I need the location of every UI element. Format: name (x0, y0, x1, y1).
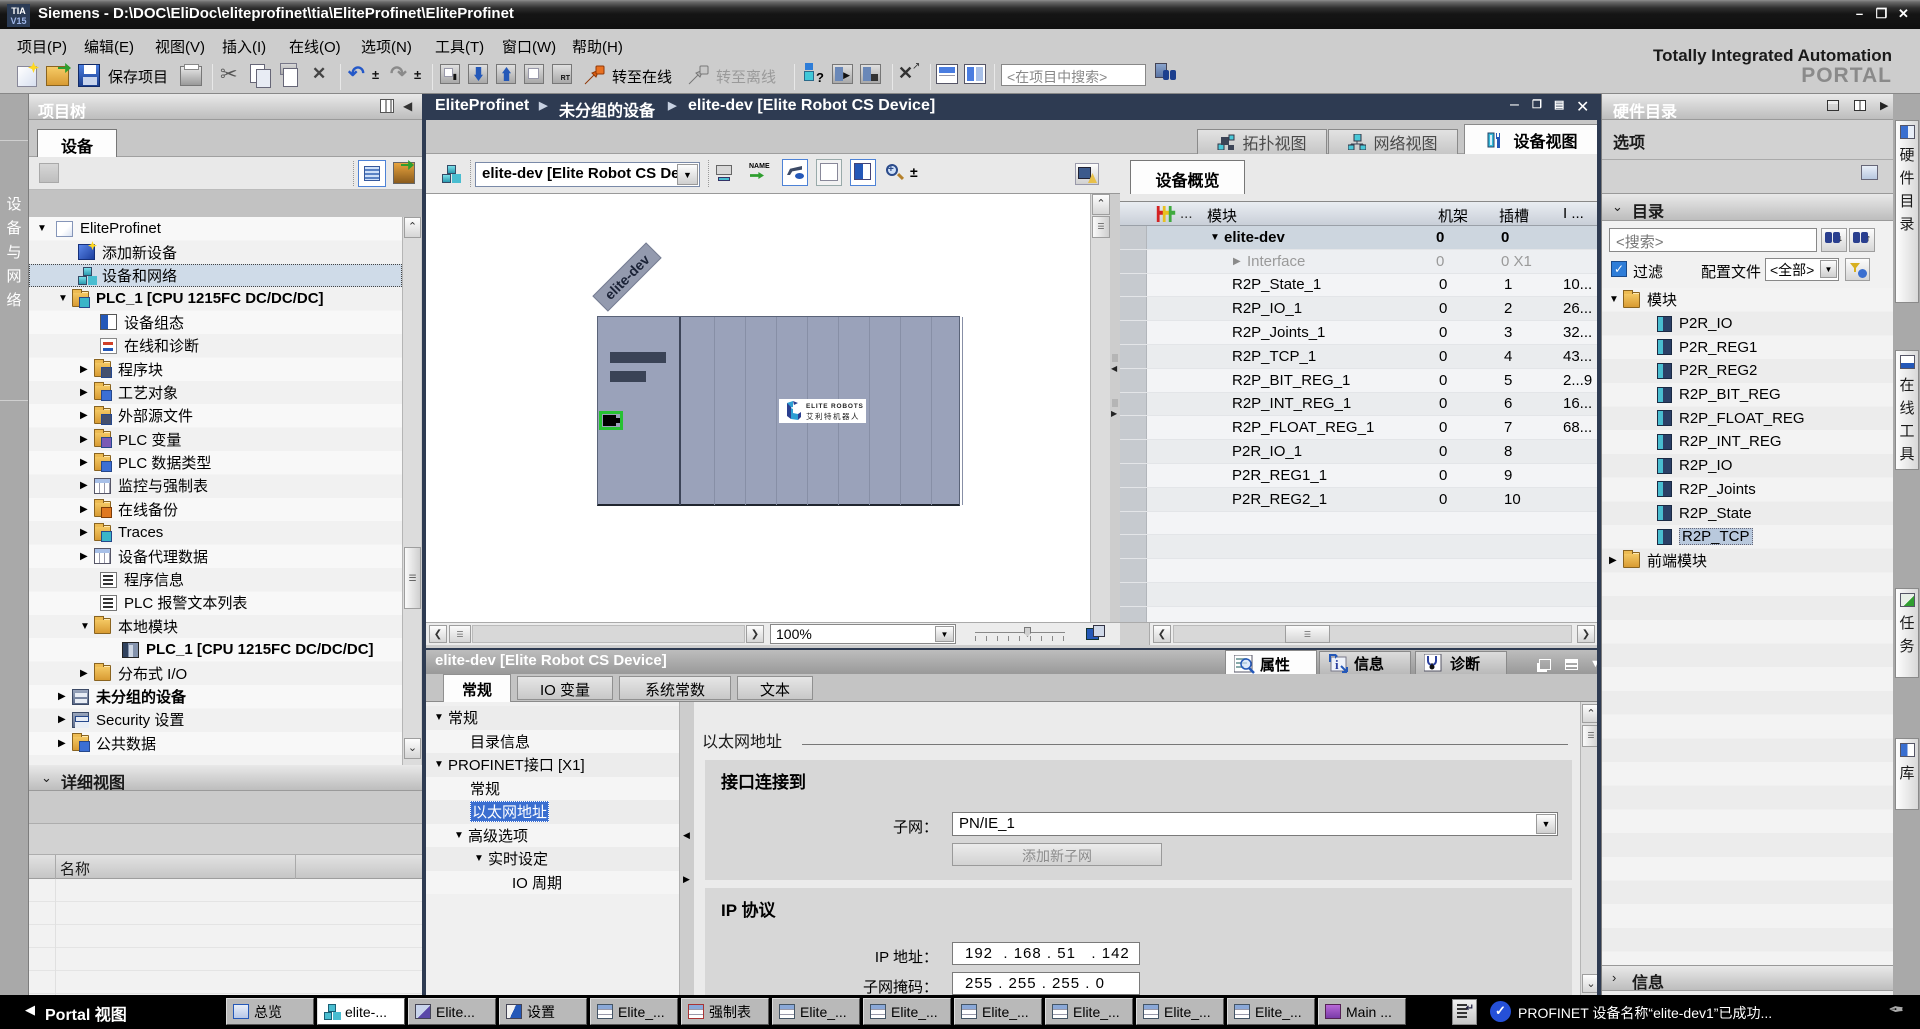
svg-text:艾利特机器人: 艾利特机器人 (806, 411, 860, 421)
svg-text:i: i (1335, 657, 1339, 672)
svg-text:ELITE ROBOTS: ELITE ROBOTS (806, 403, 864, 410)
